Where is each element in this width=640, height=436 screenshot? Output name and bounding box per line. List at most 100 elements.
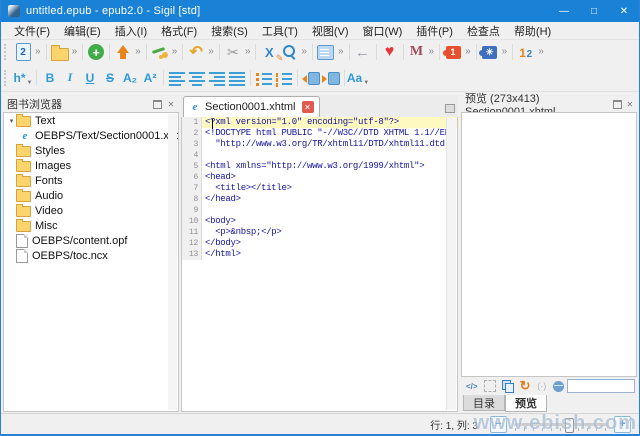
bullet-list-icon[interactable]	[254, 68, 274, 88]
toolbar-grip[interactable]	[4, 44, 10, 60]
menu-file[interactable]: 文件(F)	[7, 23, 57, 39]
menu-format[interactable]: 格式(F)	[154, 23, 204, 39]
tree-item-images[interactable]: Images	[4, 158, 178, 173]
casing-icon[interactable]: Aa ▼	[347, 68, 369, 88]
align-center-icon[interactable]	[187, 68, 207, 88]
code-line[interactable]: 6 <head>	[182, 172, 457, 183]
browser-icon[interactable]	[553, 379, 564, 393]
tree-item-styles[interactable]: Styles	[4, 143, 178, 158]
plugin-gear-icon[interactable]: ✳	[479, 42, 500, 62]
tree-item-content-opf[interactable]: OEBPS/content.opf	[4, 233, 178, 248]
overflow-chevron-icon[interactable]: »	[465, 42, 471, 62]
strikethrough-icon[interactable]: S	[100, 68, 120, 88]
overflow-chevron-icon[interactable]: »	[172, 42, 178, 62]
metadata-editor-icon[interactable]	[150, 42, 170, 62]
superscript-icon[interactable]: A²	[140, 68, 160, 88]
save-upload-icon[interactable]	[113, 42, 133, 62]
new-epub2-icon[interactable]: 2	[13, 42, 33, 62]
close-panel-icon[interactable]: ✕	[165, 98, 177, 110]
maximize-button[interactable]: □	[579, 0, 609, 22]
outdent-icon[interactable]	[301, 68, 321, 88]
overflow-chevron-icon[interactable]: »	[429, 42, 435, 62]
donate-heart-icon[interactable]: ♥	[380, 42, 400, 62]
refresh-icon[interactable]: ↻	[520, 378, 531, 393]
overflow-chevron-icon[interactable]: »	[245, 42, 251, 62]
tree-item-audio[interactable]: Audio	[4, 188, 178, 203]
zoom-out-button[interactable]: −	[490, 415, 507, 433]
back-icon[interactable]: ←	[353, 42, 373, 62]
undo-icon[interactable]: ↶	[186, 42, 206, 62]
menu-view[interactable]: 视图(V)	[305, 23, 356, 39]
overflow-chevron-icon[interactable]: »	[208, 42, 214, 62]
heading-icon[interactable]: h* ▼	[13, 68, 33, 88]
expand-arrow-icon[interactable]: ▾	[7, 117, 16, 125]
close-panel-icon[interactable]: ✕	[625, 98, 635, 110]
add-file-icon[interactable]: +	[86, 42, 106, 62]
copy-icon[interactable]	[501, 379, 514, 393]
code-line[interactable]: 12 </body>	[182, 238, 457, 249]
menu-tools[interactable]: 工具(T)	[255, 23, 305, 39]
align-right-icon[interactable]	[207, 68, 227, 88]
code-line[interactable]: 7 <title></title>	[182, 183, 457, 194]
sync-icon[interactable]: (·)	[536, 379, 547, 393]
code-line[interactable]: 11 <p>&nbsp;</p>	[182, 227, 457, 238]
select-all-icon[interactable]	[483, 379, 496, 393]
italic-icon[interactable]: I	[60, 68, 80, 88]
bold-icon[interactable]: B	[40, 68, 60, 88]
toolbar-grip[interactable]	[4, 69, 10, 86]
close-button[interactable]: ✕	[609, 0, 639, 22]
code-line[interactable]: 2 <!DOCTYPE html PUBLIC "-//W3C//DTD XHTM…	[182, 128, 457, 139]
indent-icon[interactable]	[321, 68, 341, 88]
tree-item-fonts[interactable]: Fonts	[4, 173, 178, 188]
index-12-icon[interactable]	[516, 42, 536, 62]
overflow-chevron-icon[interactable]: »	[35, 42, 41, 62]
tree-item-text-folder[interactable]: ▾ Text	[4, 113, 178, 128]
code-line[interactable]: 8 </head>	[182, 194, 457, 205]
code-line[interactable]: 3 "http://www.w3.org/TR/xhtml11/DTD/xhtm…	[182, 139, 457, 150]
tree-item-toc-ncx[interactable]: OEBPS/toc.ncx	[4, 248, 178, 263]
open-folder-icon[interactable]	[50, 42, 70, 62]
menu-insert[interactable]: 插入(I)	[108, 23, 154, 39]
preview-address-input[interactable]	[567, 379, 635, 393]
overflow-chevron-icon[interactable]: »	[502, 42, 508, 62]
tree-item-video[interactable]: Video	[4, 203, 178, 218]
zoom-in-button[interactable]: +	[614, 415, 631, 433]
slider-handle[interactable]	[565, 417, 574, 433]
spellcheck-icon[interactable]: X	[259, 42, 283, 65]
code-view-icon[interactable]: </>	[466, 379, 478, 393]
slider-track[interactable]	[513, 422, 608, 426]
tree-item-misc[interactable]: Misc	[4, 218, 178, 233]
mark-indent-icon[interactable]	[316, 42, 336, 62]
overflow-chevron-icon[interactable]: »	[72, 42, 78, 62]
numbered-list-icon[interactable]	[274, 68, 294, 88]
tree-item-section0001[interactable]: e OEBPS/Text/Section0001.xhtml	[4, 128, 178, 143]
find-icon[interactable]	[279, 42, 299, 62]
cut-icon[interactable]: ✂	[223, 42, 243, 62]
float-panel-icon[interactable]	[612, 98, 622, 110]
tab-preview[interactable]: 预览	[505, 395, 547, 412]
overflow-chevron-icon[interactable]: »	[135, 42, 141, 62]
code-line[interactable]: 4	[182, 150, 457, 161]
menu-search[interactable]: 搜索(S)	[204, 23, 255, 39]
menu-help[interactable]: 帮助(H)	[507, 23, 558, 39]
tab-close-icon[interactable]: ✕	[301, 101, 314, 113]
menu-checkpoints[interactable]: 检查点	[460, 23, 507, 39]
underline-icon[interactable]: U	[80, 68, 100, 88]
zoom-slider[interactable]	[513, 417, 608, 433]
menu-plugins[interactable]: 插件(P)	[409, 23, 460, 39]
plugin-m-icon[interactable]: M	[407, 42, 427, 62]
plugin-1-icon[interactable]: 1	[442, 42, 463, 62]
align-justify-icon[interactable]	[227, 68, 247, 88]
preview-content[interactable]	[461, 112, 637, 377]
float-panel-icon[interactable]	[151, 98, 163, 110]
overflow-chevron-icon[interactable]: »	[338, 42, 344, 62]
code-line[interactable]: 10 <body>	[182, 216, 457, 227]
subscript-icon[interactable]: A₂	[120, 68, 140, 88]
dock-icon[interactable]	[445, 104, 455, 113]
menu-window[interactable]: 窗口(W)	[356, 23, 410, 39]
code-view[interactable]: 1 <?xml version="1.0" encoding="utf-8"?> …	[181, 117, 458, 412]
menu-edit[interactable]: 编辑(E)	[57, 23, 108, 39]
overflow-chevron-icon[interactable]: »	[301, 42, 307, 62]
align-left-icon[interactable]	[167, 68, 187, 88]
code-line[interactable]: 13 </html>	[182, 249, 457, 260]
